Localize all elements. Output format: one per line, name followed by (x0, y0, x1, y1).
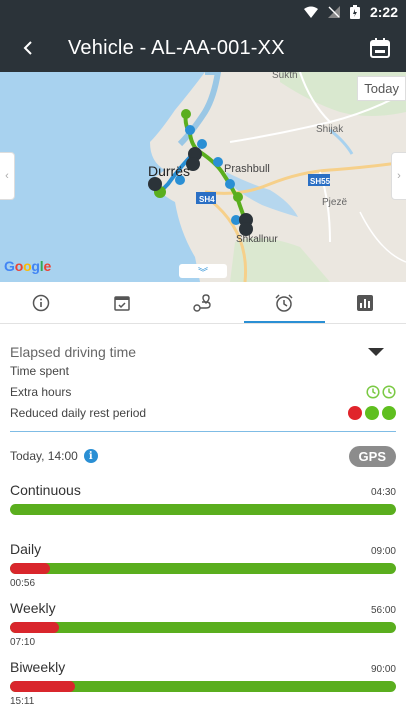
summary-title: Elapsed driving time (10, 344, 137, 360)
extra-hours-row: Extra hours (10, 381, 396, 402)
gps-badge[interactable]: GPS (348, 445, 396, 467)
svg-text:Shkallnur: Shkallnur (236, 234, 278, 245)
calendar-check-icon (114, 295, 130, 311)
back-button[interactable] (16, 36, 40, 60)
svg-text:Pjezë: Pjezë (322, 197, 347, 208)
info-icon (32, 294, 49, 311)
period-name: Biweekly (10, 659, 66, 675)
period-continuous: Continuous 04:30 (10, 482, 396, 531)
period-name: Continuous (10, 482, 81, 498)
period-limit: 56:00 (370, 605, 396, 616)
period-used (10, 519, 396, 531)
gps-date: Today, 14:00 (10, 449, 78, 463)
tab-bar (0, 282, 406, 324)
period-weekly: Weekly 56:00 07:10 (10, 600, 396, 649)
period-limit: 90:00 (370, 664, 396, 675)
tab-calendar[interactable] (81, 282, 162, 323)
tab-driving-time[interactable] (243, 282, 326, 323)
app-bar: Vehicle - AL-AA-001-XX (0, 24, 406, 72)
progress-fill (10, 681, 76, 692)
tab-route[interactable] (162, 282, 243, 323)
clock-icon (382, 384, 396, 399)
chevron-left-icon: ‹ (5, 170, 9, 182)
battery-icon (349, 5, 360, 19)
time-spent-label: Time spent (10, 363, 69, 378)
period-biweekly: Biweekly 90:00 15:11 (10, 659, 396, 708)
map-canvas: Sukth Shijak Prashbull Pjezë Shkallnur D… (0, 72, 406, 282)
map-view[interactable]: Sukth Shijak Prashbull Pjezë Shkallnur D… (0, 72, 406, 282)
signal-icon (327, 6, 340, 18)
alarm-clock-icon (275, 293, 293, 312)
tab-info[interactable] (0, 282, 81, 323)
status-time: 2:22 (369, 4, 398, 20)
clock-icon (366, 384, 380, 399)
progress-bar (10, 563, 396, 574)
bar-chart-icon (357, 294, 374, 311)
extra-hours-label: Extra hours (10, 384, 72, 399)
period-used: 00:56 (10, 578, 36, 589)
map-label-sukth: Sukth (272, 72, 298, 81)
summary-header[interactable]: Elapsed driving time (10, 344, 396, 360)
driving-time-panel: Elapsed driving time Time spent Extra ho… (0, 344, 406, 708)
period-used: 07:10 (10, 637, 36, 648)
chevron-right-icon: › (397, 170, 401, 182)
svg-text:SH55: SH55 (310, 177, 331, 186)
period-name: Weekly (10, 600, 56, 616)
wifi-icon (303, 6, 318, 18)
divider (10, 431, 396, 432)
time-spent-row: Time spent (10, 360, 396, 381)
periods-list: Continuous 04:30 Daily 09:00 00:56 Weekly 56:0… (10, 482, 396, 708)
page-title: Vehicle - AL-AA-001-XX (68, 36, 285, 59)
progress-fill (10, 563, 51, 574)
collapse-caret-icon[interactable] (368, 348, 384, 356)
map-next-button[interactable]: › (391, 152, 406, 200)
extra-hours-indicators (366, 384, 396, 399)
period-limit: 04:30 (370, 487, 396, 498)
svg-text:Durrës: Durrës (148, 163, 190, 179)
period-limit: 09:00 (370, 546, 396, 557)
route-icon (193, 293, 211, 312)
progress-bar (10, 504, 396, 515)
status-bar: 2:22 (0, 0, 406, 24)
period-name: Daily (10, 541, 42, 557)
status-dot-green (365, 405, 379, 420)
svg-text:Prashbull: Prashbull (224, 163, 270, 175)
progress-fill (10, 622, 60, 633)
calendar-icon (370, 38, 390, 58)
period-used: 15:11 (10, 696, 35, 707)
gps-row: Today, 14:00 i GPS (10, 444, 396, 468)
period-daily: Daily 09:00 00:56 (10, 541, 396, 590)
calendar-button[interactable] (368, 36, 392, 60)
status-dot-green (382, 405, 396, 420)
svg-text:SH4: SH4 (199, 195, 215, 204)
reduced-rest-indicators (348, 405, 396, 420)
tab-stats[interactable] (325, 282, 406, 323)
progress-bar (10, 681, 396, 692)
reduced-rest-row: Reduced daily rest period (10, 402, 396, 423)
svg-text:Shijak: Shijak (316, 124, 344, 135)
map-expand-button[interactable]: ︾ (179, 264, 227, 279)
chevron-double-down-icon: ︾ (198, 267, 208, 279)
reduced-rest-label: Reduced daily rest period (10, 405, 147, 420)
map-prev-button[interactable]: ‹ (0, 152, 15, 200)
info-icon[interactable]: i (83, 449, 98, 463)
today-button[interactable]: Today (357, 76, 406, 101)
chevron-left-icon (23, 41, 32, 55)
status-dot-red (348, 405, 362, 420)
google-logo: Google (4, 258, 52, 274)
progress-bar (10, 622, 396, 633)
